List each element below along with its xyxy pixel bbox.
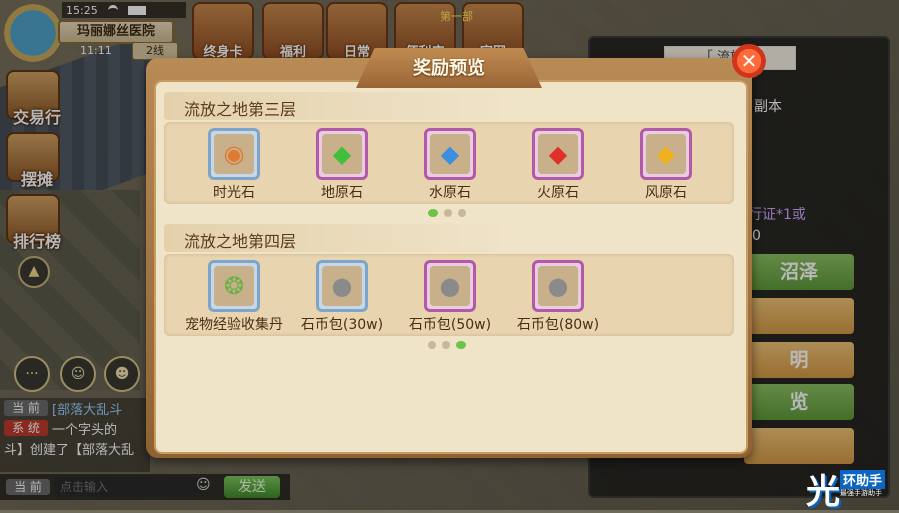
- dialog-title: 奖励预览: [413, 58, 485, 79]
- page-dot[interactable]: [428, 341, 436, 349]
- red-crystal-icon: ◆: [538, 134, 578, 174]
- page-dot[interactable]: [444, 209, 452, 217]
- reward-item-slot[interactable]: ◆: [532, 128, 584, 180]
- blue-crystal-icon: ◆: [430, 134, 470, 174]
- time-stone-icon: ◉: [214, 134, 254, 174]
- coin-pack-icon: ●: [322, 266, 362, 306]
- reward-item-slot[interactable]: ●: [532, 260, 584, 312]
- reward-item-slot[interactable]: ●: [424, 260, 476, 312]
- logo-subtext: 最强手游助手: [840, 489, 882, 497]
- section-title-floor3: 流放之地第三层: [184, 100, 297, 119]
- reward-item-name: 风原石: [645, 185, 687, 201]
- watermark-logo: 光 环助手 最强手游助手: [806, 464, 888, 512]
- reward-item-name: 石币包(80w): [516, 317, 600, 333]
- reward-item-name: 水原石: [429, 185, 471, 201]
- reward-item-slot[interactable]: ◆: [640, 128, 692, 180]
- coin-pack-icon: ●: [430, 266, 470, 306]
- coin-pack-icon: ●: [538, 266, 578, 306]
- logo-text: 环助手: [840, 470, 886, 489]
- reward-row-floor3: ◉ 时光石 ◆ 地原石 ◆ 水原石 ◆ 火原石 ◆ 风原石: [164, 122, 734, 204]
- logo-mark: 光: [806, 472, 840, 512]
- page-dot[interactable]: [442, 341, 450, 349]
- reward-item-name: 石币包(50w): [408, 317, 492, 333]
- reward-item-slot[interactable]: ❂: [208, 260, 260, 312]
- page-dot[interactable]: [456, 341, 466, 349]
- section-title-floor4: 流放之地第四层: [184, 232, 297, 251]
- reward-item-name: 时光石: [213, 185, 255, 201]
- reward-item-slot[interactable]: ●: [316, 260, 368, 312]
- reward-item-name: 火原石: [537, 185, 579, 201]
- pet-exp-pill-icon: ❂: [214, 266, 254, 306]
- page-dot[interactable]: [458, 209, 466, 217]
- green-crystal-icon: ◆: [322, 134, 362, 174]
- reward-item-slot[interactable]: ◆: [424, 128, 476, 180]
- reward-item-slot[interactable]: ◉: [208, 128, 260, 180]
- page-indicator-floor4[interactable]: [428, 341, 466, 349]
- reward-item-name: 地原石: [321, 185, 363, 201]
- gold-crystal-icon: ◆: [646, 134, 686, 174]
- reward-item-slot[interactable]: ◆: [316, 128, 368, 180]
- page-indicator-floor3[interactable]: [428, 209, 466, 217]
- page-dot[interactable]: [428, 209, 438, 217]
- close-button[interactable]: ✕: [732, 44, 766, 78]
- reward-item-name: 石币包(30w): [300, 317, 384, 333]
- reward-item-name: 宠物经验收集丹: [185, 317, 283, 333]
- reward-row-floor4: ❂ 宠物经验收集丹 ● 石币包(30w) ● 石币包(50w) ● 石币包(80w): [164, 254, 734, 336]
